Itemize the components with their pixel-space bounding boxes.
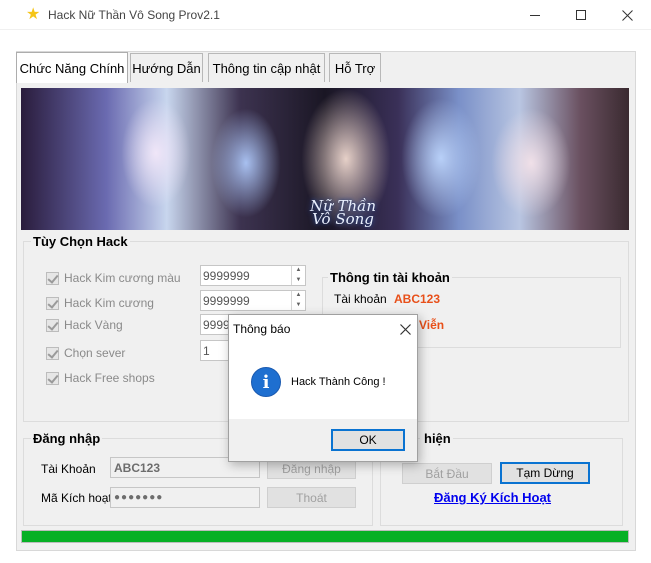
- execute-title: hiện: [420, 431, 453, 446]
- option-free-shops[interactable]: Hack Free shops: [46, 370, 155, 386]
- account-value: ABC123: [394, 292, 441, 306]
- option-label: Chọn sever: [64, 346, 126, 360]
- chevron-up-icon[interactable]: ▲: [292, 291, 305, 301]
- option-gold[interactable]: Hack Vàng: [46, 317, 123, 333]
- tab-main-functions[interactable]: Chức Năng Chính: [16, 52, 128, 83]
- tab-update-info[interactable]: Thông tin cập nhật: [208, 53, 325, 82]
- window-title: Hack Nữ Thần Vô Song Prov2.1: [48, 8, 220, 22]
- minimize-button[interactable]: [512, 0, 558, 30]
- tab-support[interactable]: Hỗ Trợ: [329, 53, 381, 82]
- banner-figure: [491, 108, 571, 218]
- account-label: Tài khoản: [334, 292, 387, 306]
- close-icon: [621, 9, 633, 21]
- rank-value: Viễn: [419, 318, 445, 332]
- close-icon: [400, 324, 411, 335]
- activation-code-label: Mã Kích hoạt: [41, 491, 112, 505]
- dialog-close-button[interactable]: [400, 318, 411, 340]
- register-activation-link[interactable]: Đăng Ký Kích Hoạt: [434, 490, 551, 505]
- checkbox[interactable]: [46, 371, 59, 385]
- hack-options-title: Tùy Chọn Hack: [31, 234, 130, 249]
- game-banner: Nữ Thần Vô Song: [21, 88, 629, 230]
- stepper-value: 9999999: [203, 268, 250, 283]
- stepper-arrows[interactable]: ▲ ▼: [291, 266, 305, 285]
- tab-guide[interactable]: Hướng Dẫn: [130, 53, 203, 82]
- start-button[interactable]: Bắt Đầu: [402, 463, 492, 484]
- checkbox[interactable]: [46, 296, 59, 310]
- login-account-label: Tài Khoản: [41, 462, 96, 476]
- title-bar: ★ Hack Nữ Thần Vô Song Prov2.1: [0, 0, 651, 30]
- option-label: Hack Kim cương: [64, 296, 154, 310]
- diamond-color-stepper[interactable]: 9999999 ▲ ▼: [200, 265, 306, 286]
- dialog-footer: OK: [229, 419, 417, 461]
- checkbox[interactable]: [46, 318, 59, 332]
- activation-code-input[interactable]: ●●●●●●●: [110, 487, 260, 508]
- option-server[interactable]: Chọn sever: [46, 345, 125, 361]
- chevron-down-icon[interactable]: ▼: [292, 301, 305, 311]
- chevron-down-icon[interactable]: ▼: [292, 276, 305, 286]
- maximize-button[interactable]: [558, 0, 604, 30]
- dialog-title: Thông báo: [233, 322, 291, 336]
- banner-figure: [121, 98, 191, 208]
- progress-fill: [22, 531, 628, 542]
- game-logo: Nữ Thần Vô Song: [283, 199, 403, 228]
- login-title: Đăng nhập: [31, 431, 103, 446]
- stepper-value: 9999999: [203, 293, 250, 308]
- dialog-message: Hack Thành Công !: [291, 376, 386, 388]
- banner-figure: [211, 108, 281, 218]
- option-diamond[interactable]: Hack Kim cương: [46, 295, 154, 311]
- pause-button[interactable]: Tạm Dừng: [500, 462, 590, 484]
- info-icon: i: [251, 367, 281, 397]
- notification-dialog: Thông báo i Hack Thành Công ! OK: [228, 314, 418, 462]
- stepper-arrows[interactable]: ▲ ▼: [291, 291, 305, 310]
- close-button[interactable]: [604, 0, 650, 30]
- account-info-title: Thông tin tài khoản: [328, 270, 452, 285]
- game-logo-line: Vô Song: [312, 210, 374, 228]
- progress-bar: [21, 530, 629, 543]
- option-label: Hack Kim cương màu: [64, 271, 181, 285]
- option-diamond-color[interactable]: Hack Kim cương màu: [46, 270, 181, 286]
- chevron-up-icon[interactable]: ▲: [292, 266, 305, 276]
- checkbox[interactable]: [46, 346, 59, 360]
- option-label: Hack Vàng: [64, 318, 123, 332]
- exit-button[interactable]: Thoát: [267, 487, 356, 508]
- diamond-stepper[interactable]: 9999999 ▲ ▼: [200, 290, 306, 311]
- minimize-icon: [530, 14, 540, 16]
- star-icon: ★: [26, 6, 41, 23]
- banner-figure: [401, 98, 481, 218]
- checkbox[interactable]: [46, 271, 59, 285]
- ok-button[interactable]: OK: [331, 429, 405, 451]
- maximize-icon: [576, 10, 586, 20]
- option-label: Hack Free shops: [64, 371, 155, 385]
